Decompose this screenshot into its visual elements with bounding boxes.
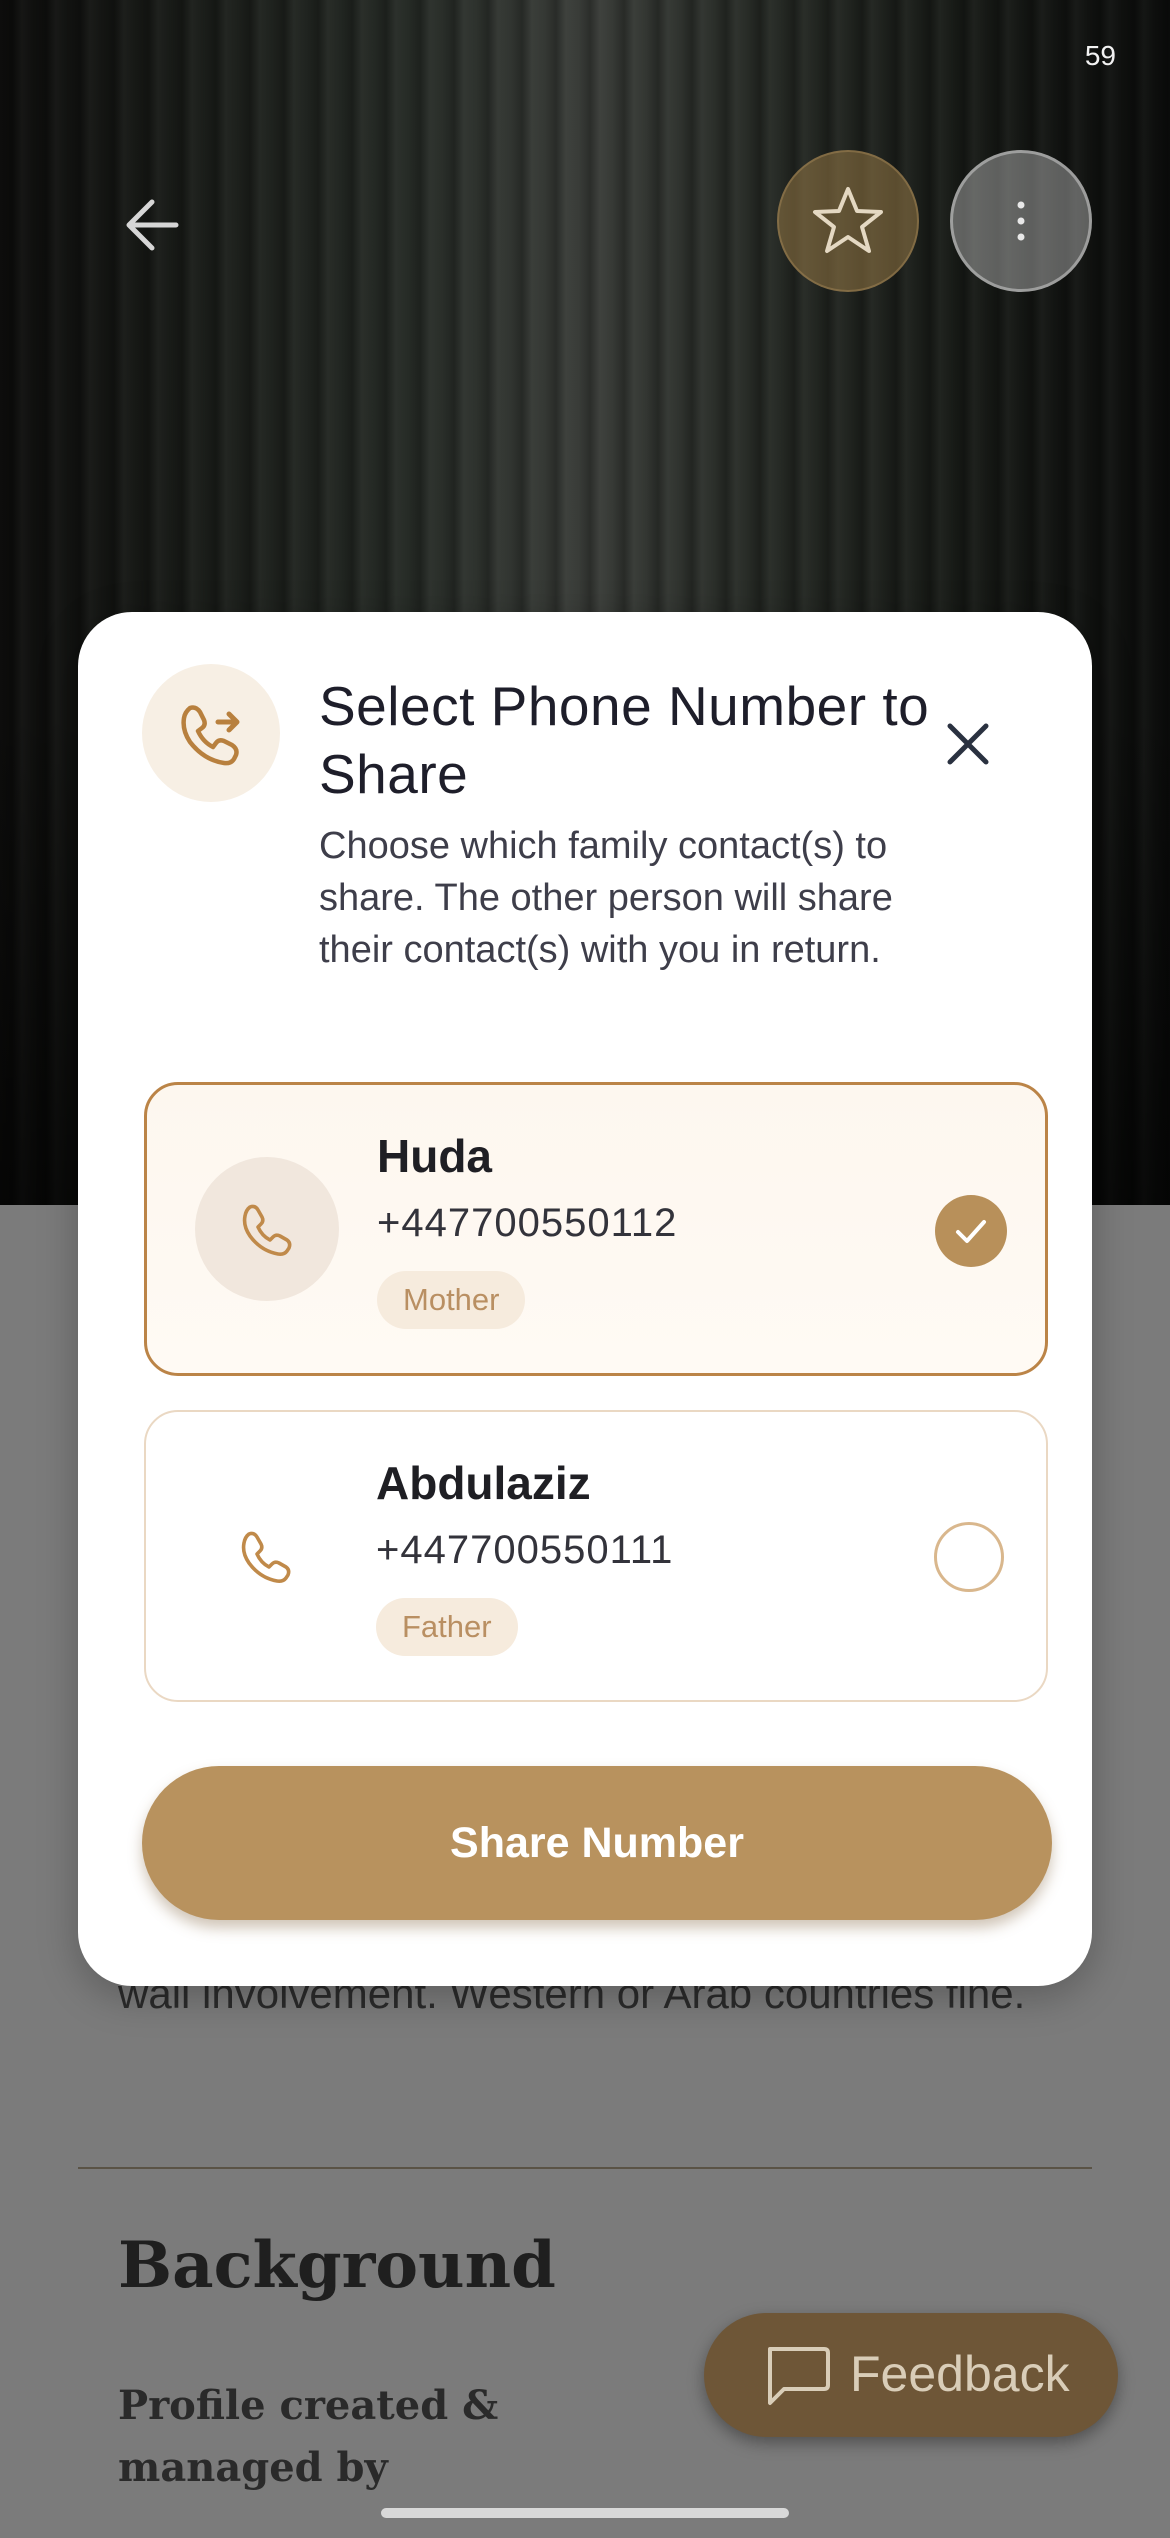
contact-name: Abdulaziz: [376, 1457, 591, 1509]
back-button[interactable]: [118, 190, 198, 260]
phone-forward-icon: [181, 705, 240, 766]
chat-bubble-icon: [768, 2347, 830, 2405]
status-time: 59: [1084, 40, 1116, 71]
phone-icon: [242, 1204, 292, 1256]
relation-badge: Father: [376, 1598, 518, 1656]
close-icon: [947, 723, 989, 765]
more-vertical-icon: [1017, 201, 1025, 241]
contact-avatar: [195, 1157, 339, 1301]
unselected-radio[interactable]: [934, 1522, 1004, 1592]
home-indicator[interactable]: [381, 2508, 789, 2518]
contact-option-huda[interactable]: Huda +447700550112 Mother: [144, 1082, 1048, 1376]
phone-icon: [241, 1531, 291, 1583]
feedback-label: Feedback: [850, 2346, 1070, 2402]
contact-name: Huda: [377, 1130, 492, 1182]
section-divider: [78, 2167, 1092, 2169]
contact-avatar: [194, 1484, 338, 1628]
contact-option-abdulaziz[interactable]: Abdulaziz +447700550111 Father: [144, 1410, 1048, 1702]
background-heading: Background: [118, 2228, 556, 2303]
share-number-dialog: Select Phone Number to Share Choose whic…: [78, 612, 1092, 1986]
dialog-title: Select Phone Number to Share: [319, 675, 930, 805]
relation-badge: Mother: [377, 1271, 526, 1329]
dialog-header-icon: [142, 664, 280, 802]
share-number-button[interactable]: Share Number: [142, 1766, 1052, 1920]
star-icon: [813, 187, 883, 253]
feedback-button[interactable]: Feedback: [704, 2313, 1118, 2437]
favorite-button[interactable]: [777, 150, 919, 292]
close-button[interactable]: [936, 712, 1000, 776]
share-number-label: Share Number: [450, 1819, 744, 1867]
arrow-left-icon: [126, 199, 179, 251]
background-subtext: Profile created & managed by: [118, 2382, 499, 2491]
check-icon: [956, 1220, 986, 1243]
dialog-description: Choose which family contact(s) to share.…: [319, 825, 893, 971]
contact-phone: +447700550111: [376, 1528, 674, 1572]
more-options-button[interactable]: [950, 150, 1092, 292]
contact-phone: +447700550112: [377, 1201, 678, 1245]
selected-checkbox[interactable]: [935, 1195, 1007, 1267]
